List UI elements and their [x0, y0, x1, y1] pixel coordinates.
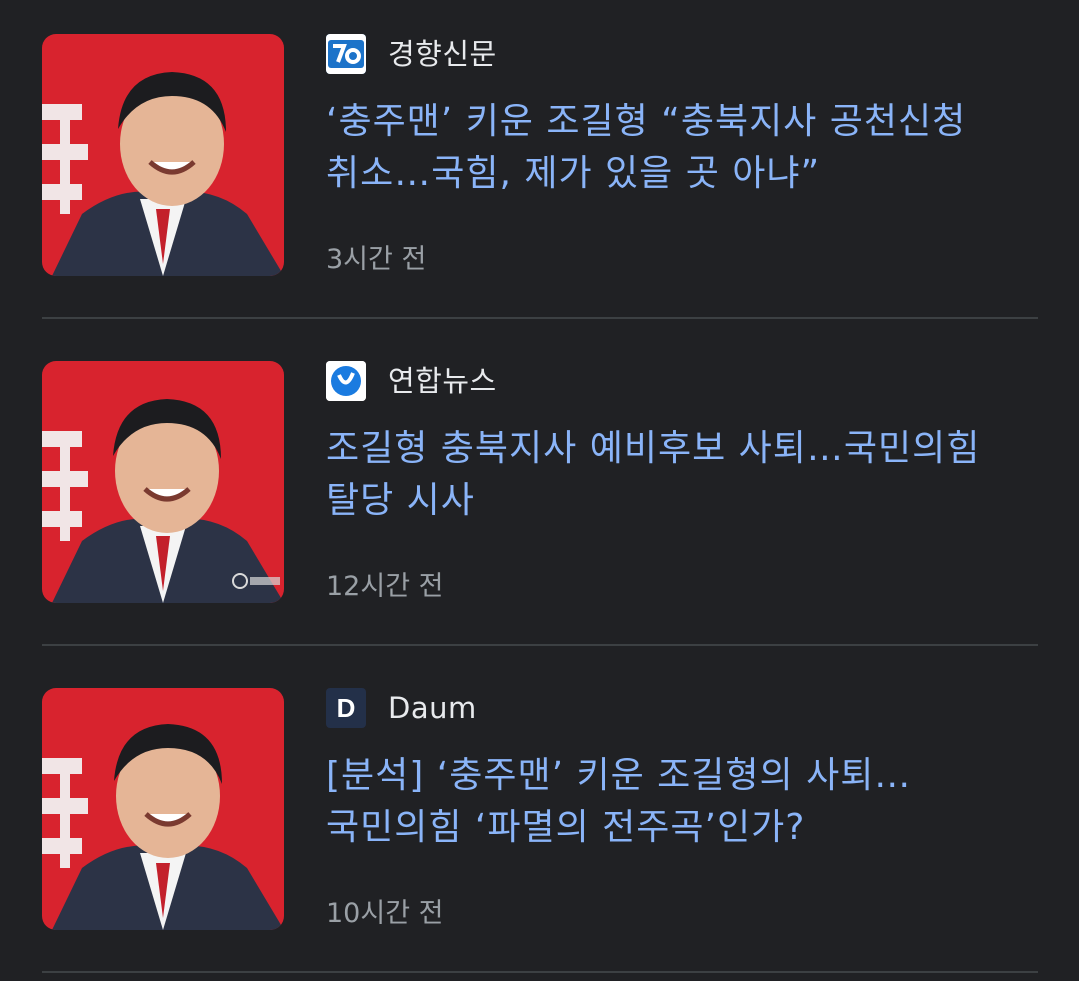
source-name: 경향신문 [388, 37, 497, 71]
portrait-image [42, 34, 284, 276]
source-row: D Daum [326, 688, 1038, 728]
daum-logo-icon: D [326, 688, 366, 728]
divider [42, 317, 1038, 319]
article-thumbnail[interactable] [42, 34, 284, 276]
news-feed: 경향신문 ‘충주맨’ 키운 조길형 “충북지사 공천신청 취소…국힘, 제가 있… [0, 0, 1079, 978]
divider [42, 644, 1038, 646]
kyunghyang-logo-icon [326, 34, 366, 74]
daum-logo-letter: D [336, 692, 356, 723]
portrait-image [42, 361, 284, 603]
divider [42, 971, 1038, 973]
portrait-image [42, 688, 284, 930]
source-row: 연합뉴스 [326, 361, 1038, 401]
source-row: 경향신문 [326, 34, 1038, 74]
yonhap-logo-icon [326, 361, 366, 401]
article-headline[interactable]: 조길형 충북지사 예비후보 사퇴…국민의힘 탈당 시사 [326, 423, 1038, 527]
article-item[interactable]: 연합뉴스 조길형 충북지사 예비후보 사퇴…국민의힘 탈당 시사 12시간 전 [0, 327, 1079, 654]
article-thumbnail[interactable] [42, 361, 284, 603]
article-item[interactable]: D Daum [분석] ‘충주맨’ 키운 조길형의 사퇴… 국민의힘 ‘파멸의 … [0, 654, 1079, 981]
article-thumbnail[interactable] [42, 688, 284, 930]
source-name: Daum [388, 691, 477, 725]
article-item[interactable]: 경향신문 ‘충주맨’ 키운 조길형 “충북지사 공천신청 취소…국힘, 제가 있… [0, 0, 1079, 327]
article-headline[interactable]: ‘충주맨’ 키운 조길형 “충북지사 공천신청 취소…국힘, 제가 있을 곳 아… [326, 96, 1038, 200]
source-name: 연합뉴스 [388, 364, 497, 398]
article-time: 3시간 전 [326, 244, 427, 275]
article-time: 12시간 전 [326, 571, 444, 602]
article-headline[interactable]: [분석] ‘충주맨’ 키운 조길형의 사퇴… 국민의힘 ‘파멸의 전주곡’인가? [326, 750, 1038, 854]
article-time: 10시간 전 [326, 898, 444, 929]
